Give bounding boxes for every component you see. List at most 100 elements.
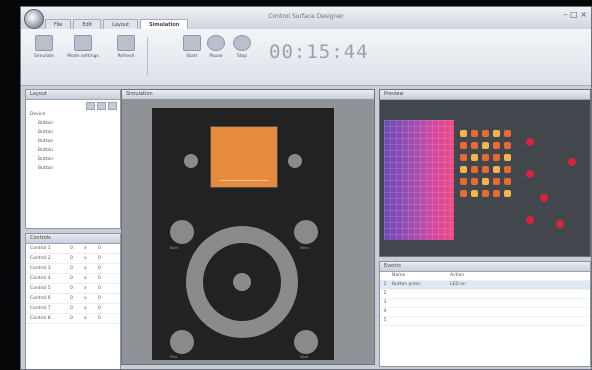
- column-header: Name: [392, 273, 406, 278]
- tree-item[interactable]: Button: [26, 155, 120, 164]
- led-cell: [493, 154, 500, 161]
- tree-item[interactable]: Button: [26, 137, 120, 146]
- led-cell: [471, 130, 478, 137]
- remove-icon[interactable]: [97, 102, 106, 110]
- cell: x: [84, 266, 87, 271]
- cell: x: [84, 276, 87, 281]
- cell: [450, 299, 510, 307]
- pause-icon: [207, 35, 225, 51]
- mode-settings-button[interactable]: Mode settings: [65, 35, 101, 75]
- cell: Control 7: [30, 306, 51, 311]
- add-icon[interactable]: [86, 102, 95, 110]
- table-row[interactable]: Control 3 0 x 0: [26, 264, 120, 274]
- tree-item[interactable]: Button: [26, 164, 120, 173]
- table-row[interactable]: Control 1 0 x 0: [26, 244, 120, 254]
- cell: Control 3: [30, 266, 51, 271]
- mid-left-button[interactable]: [170, 220, 194, 244]
- ribbon-toolbar: Simulate Mode settings Refresh Start Pau…: [21, 29, 591, 86]
- cell: Control 4: [30, 276, 51, 281]
- layout-tree-panel: Layout Device Button Button Button Butto…: [25, 89, 121, 229]
- led-indicator: [568, 158, 576, 166]
- cell: 0: [70, 296, 73, 301]
- bottom-left-button[interactable]: [170, 330, 194, 354]
- led-cell: [482, 154, 489, 161]
- table-row[interactable]: 2: [380, 290, 590, 299]
- refresh-icon: [117, 35, 135, 51]
- simulate-button[interactable]: Simulate: [29, 35, 59, 75]
- screen-progress-line: [219, 180, 269, 181]
- table-row[interactable]: 1 Button press LED on: [380, 281, 590, 290]
- tree-item[interactable]: Button: [26, 146, 120, 155]
- led-cell: [460, 178, 467, 185]
- led-cell: [482, 178, 489, 185]
- controls-grid-panel: Controls Control 1 0 x 0 Control 2 0 x 0 Contr…: [25, 233, 121, 369]
- cell: 0: [70, 276, 73, 281]
- cell: 0: [98, 286, 101, 291]
- table-row[interactable]: Control 6 0 x 0: [26, 294, 120, 304]
- mid-right-button[interactable]: [294, 220, 318, 244]
- cell: [450, 308, 510, 316]
- ribbon-divider: [147, 37, 148, 75]
- column-header: Action: [450, 273, 465, 278]
- table-row[interactable]: Control 8 0 x 0: [26, 314, 120, 324]
- table-row[interactable]: Control 7 0 x 0: [26, 304, 120, 314]
- controls-grid-title: Controls: [26, 234, 120, 244]
- cell: x: [84, 256, 87, 261]
- cell: 0: [70, 266, 73, 271]
- stop-button[interactable]: Stop: [227, 35, 257, 75]
- cell: x: [84, 286, 87, 291]
- tree-item[interactable]: Button: [26, 128, 120, 137]
- led-cell: [504, 130, 511, 137]
- device-body[interactable]: Back Menu Play Next: [152, 108, 334, 360]
- table-row[interactable]: 4: [380, 308, 590, 317]
- jog-wheel-inner: [203, 243, 281, 321]
- cell: Control 5: [30, 286, 51, 291]
- device-screen[interactable]: [210, 126, 278, 188]
- button-label: Back: [170, 246, 179, 250]
- table-header-row: Name Action: [380, 272, 590, 281]
- led-cell: [504, 142, 511, 149]
- led-cell: [460, 154, 467, 161]
- cell: 0: [98, 296, 101, 301]
- cell: [450, 290, 510, 298]
- window-controls[interactable]: – □ ×: [564, 10, 587, 19]
- simulate-icon: [35, 35, 53, 51]
- cell: 0: [98, 266, 101, 271]
- cell: 0: [70, 256, 73, 261]
- designer-canvas[interactable]: Simulation Back Menu Play Next: [121, 89, 375, 365]
- cell: LED on: [450, 282, 466, 287]
- led-indicator: [540, 194, 548, 202]
- table-row[interactable]: 3: [380, 299, 590, 308]
- table-row[interactable]: Control 5 0 x 0: [26, 284, 120, 294]
- led-cell: [482, 130, 489, 137]
- led-cell: [460, 142, 467, 149]
- top-left-button[interactable]: [184, 154, 198, 168]
- led-cell: [504, 178, 511, 185]
- jog-wheel[interactable]: [186, 226, 298, 338]
- led-indicator: [526, 170, 534, 178]
- cell: Button press: [392, 282, 421, 287]
- led-cell: [471, 142, 478, 149]
- led-indicator: [526, 216, 534, 224]
- refresh-button[interactable]: Refresh: [111, 35, 141, 75]
- up-icon[interactable]: [108, 102, 117, 110]
- bottom-right-button[interactable]: [294, 330, 318, 354]
- led-cell: [460, 166, 467, 173]
- table-row[interactable]: Control 2 0 x 0: [26, 254, 120, 264]
- title-bar: Control Surface Designer – □ × File Edit…: [21, 7, 591, 30]
- tree-item-device[interactable]: Device: [26, 110, 120, 119]
- tree-item[interactable]: Button: [26, 119, 120, 128]
- led-cell: [460, 130, 467, 137]
- jog-wheel-center-button[interactable]: [233, 273, 251, 291]
- cell: Control 6: [30, 296, 51, 301]
- table-row[interactable]: Control 4 0 x 0: [26, 274, 120, 284]
- top-right-button[interactable]: [288, 154, 302, 168]
- cell: 1: [383, 282, 387, 287]
- preview-panel: Preview: [379, 89, 591, 257]
- table-row[interactable]: 5: [380, 317, 590, 326]
- settings-icon: [74, 35, 92, 51]
- led-cell: [471, 154, 478, 161]
- stop-icon: [233, 35, 251, 51]
- tree-toolbar: [86, 102, 117, 110]
- cell: 3: [383, 300, 387, 305]
